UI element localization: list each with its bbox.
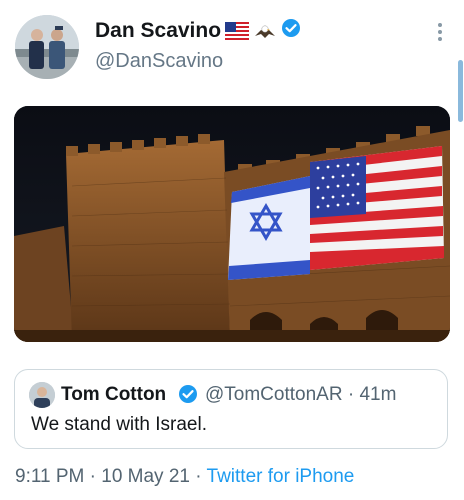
quoted-author-avatar[interactable] [29, 382, 55, 408]
meta-separator: · [89, 466, 96, 487]
meta-separator: · [347, 384, 355, 405]
tweet-time[interactable]: 9:11 PM [15, 466, 84, 487]
photo-illustration [14, 106, 450, 342]
verified-badge-icon [281, 18, 301, 43]
quoted-tweet-text: We stand with Israel. [31, 414, 208, 435]
quoted-tweet-age: 41m [359, 384, 397, 405]
quoted-author-handle[interactable]: @TomCottonAR [205, 384, 343, 405]
tweet-header: Dan Scavino @DanScavino [0, 0, 464, 122]
scrollbar[interactable] [458, 60, 463, 122]
quoted-author-meta: @TomCottonAR · 41m [205, 384, 396, 406]
us-flag-icon [225, 21, 250, 40]
author-display-name[interactable]: Dan Scavino [95, 19, 221, 43]
author-avatar[interactable] [15, 15, 79, 79]
tweet-date[interactable]: 10 May 21 [101, 466, 190, 487]
author-handle[interactable]: @DanScavino [95, 50, 223, 73]
author-name-row: Dan Scavino [95, 18, 301, 43]
verified-badge-icon [178, 384, 198, 409]
tweet-media-photo[interactable] [14, 106, 450, 342]
quoted-author-name[interactable]: Tom Cotton [61, 384, 166, 406]
more-options-icon[interactable] [430, 20, 450, 44]
tweet-source-link[interactable]: Twitter for iPhone [207, 466, 355, 487]
eagle-icon [253, 22, 277, 40]
meta-separator: · [195, 466, 202, 487]
tweet-meta: 9:11 PM · 10 May 21 · Twitter for iPhone [15, 466, 354, 488]
quoted-tweet[interactable]: Tom Cotton @TomCottonAR · 41m We stand w… [14, 369, 448, 449]
